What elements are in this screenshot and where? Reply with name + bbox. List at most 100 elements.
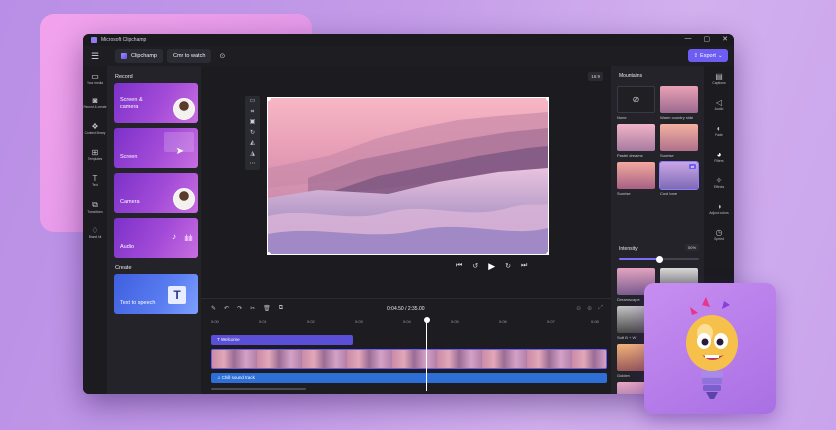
maximize-icon[interactable]: ▢	[704, 35, 711, 43]
nav-label: Brand kit	[88, 235, 102, 239]
nav-adjust-colors[interactable]: ◑ Adjust colors	[704, 202, 734, 215]
fit-icon[interactable]: ▭	[245, 96, 260, 107]
skip-back-icon[interactable]: ⏮	[456, 262, 462, 272]
title-bar: Microsoft Clipchamp — ▢ ✕	[83, 34, 734, 46]
nav-effects[interactable]: ✧ Effects	[704, 176, 734, 189]
nav-your-media[interactable]: ▭ Your media	[83, 72, 107, 85]
rotate-icon[interactable]: ↻	[245, 128, 260, 139]
zoom-out-icon[interactable]: ⊖	[576, 305, 581, 312]
tick-label: 0:05	[451, 319, 459, 324]
audio-clip[interactable]: ♫ Chill sound track	[211, 373, 607, 383]
card-label: Text to speech	[120, 300, 156, 306]
nav-fade[interactable]: ◐ Fade	[704, 124, 734, 137]
create-section-label: Create	[115, 265, 132, 271]
export-icon: ⇪	[693, 52, 699, 59]
crop-icon[interactable]: ⌗	[245, 107, 260, 118]
filter-tile-selected[interactable]: ⇄	[659, 161, 699, 190]
text-glyph-icon: T	[168, 286, 186, 304]
project-action-button[interactable]: Cmr to watch	[166, 49, 212, 63]
brand-kit-icon: ♢	[91, 226, 99, 235]
skip-forward-icon[interactable]: ⏭	[521, 262, 527, 272]
filter-none-tile[interactable]: ⊘	[617, 86, 655, 113]
text-icon: T	[92, 174, 98, 183]
aspect-ratio-button[interactable]: 16:9	[588, 72, 603, 81]
tick-label: 0:06	[499, 319, 507, 324]
left-nav: ▭ Your media ◙ Record & create ❖ Content…	[83, 66, 107, 394]
resize-handle[interactable]	[545, 251, 548, 254]
nav-content-library[interactable]: ❖ Content library	[83, 122, 107, 135]
project-name-button[interactable]: Clipchamp	[115, 49, 163, 63]
tick-label: 0:00	[211, 319, 219, 324]
tick-label: 0:01	[259, 319, 267, 324]
cloud-sync-icon[interactable]: ⊙	[219, 52, 225, 60]
text-icon: T	[217, 337, 220, 342]
project-icon	[121, 53, 127, 59]
timeline-scrollbar[interactable]	[211, 388, 306, 390]
redo-icon[interactable]: ↷	[237, 305, 242, 312]
nav-speed[interactable]: ◷ Speed	[704, 228, 734, 241]
more-icon[interactable]: ⋯	[245, 159, 260, 170]
nav-filters[interactable]: ◕ Filters	[704, 150, 734, 163]
slider-knob[interactable]	[655, 255, 663, 263]
filter-label: Golden	[617, 373, 630, 378]
nav-templates[interactable]: ⊞ Templates	[83, 148, 107, 161]
play-icon[interactable]: ▶	[488, 261, 495, 272]
close-icon[interactable]: ✕	[722, 35, 728, 43]
screen-camera-card[interactable]: Screen & camera	[114, 83, 198, 123]
export-button[interactable]: ⇪ Export ⌄	[688, 49, 728, 62]
intensity-label: Intensity	[619, 246, 638, 252]
title-clip[interactable]: T Welcome	[211, 335, 353, 345]
filter-tile[interactable]	[617, 124, 655, 151]
filter-tile[interactable]	[617, 162, 655, 189]
nav-audio[interactable]: ◁ Audio	[704, 98, 734, 111]
intensity-value: 50%	[685, 244, 700, 251]
folder-icon: ▭	[91, 72, 99, 81]
rewind-5-icon[interactable]: ↺	[472, 262, 478, 272]
resize-handle[interactable]	[268, 98, 271, 101]
playhead[interactable]	[423, 317, 430, 391]
filter-tile[interactable]	[660, 86, 698, 113]
audio-icon: ◁	[715, 98, 723, 107]
panel-title: Mountains	[619, 73, 643, 79]
magic-icon[interactable]: ✎	[211, 305, 216, 312]
filter-label: Dreamscape	[617, 297, 640, 302]
screen-card[interactable]: Screen ➤	[114, 128, 198, 168]
resize-handle[interactable]	[545, 98, 548, 101]
edit-icon[interactable]: ⇄	[689, 164, 696, 169]
app-logo-icon	[91, 37, 97, 43]
flip-icon[interactable]: ◭	[245, 138, 260, 149]
nav-captions[interactable]: ▤ Captions	[704, 72, 734, 85]
forward-5-icon[interactable]: ↻	[505, 262, 511, 272]
duplicate-icon[interactable]: ⧉	[279, 305, 283, 312]
intensity-slider[interactable]	[619, 255, 699, 263]
filters-icon: ◕	[716, 150, 722, 159]
split-icon[interactable]: ✂	[250, 305, 255, 312]
record-section-label: Record	[115, 74, 133, 80]
nav-brand-kit[interactable]: ♢ Brand kit	[83, 226, 107, 239]
delete-icon[interactable]: 🗑	[263, 305, 271, 312]
person-thumbnail	[173, 98, 195, 120]
export-label: Export	[700, 52, 716, 59]
zoom-in-icon[interactable]: ⊕	[587, 305, 592, 312]
menu-icon[interactable]: ☰	[83, 51, 107, 62]
video-preview[interactable]	[267, 97, 549, 255]
video-clip[interactable]	[211, 349, 607, 369]
picture-in-picture-icon[interactable]: ▣	[245, 117, 260, 128]
nav-text[interactable]: T Text	[83, 174, 107, 187]
minimize-icon[interactable]: —	[685, 35, 692, 43]
undo-icon[interactable]: ↶	[224, 305, 229, 312]
flip-vertical-icon[interactable]: ◮	[245, 149, 260, 160]
nav-record-create[interactable]: ◙ Record & create	[83, 96, 107, 109]
camera-card[interactable]: Camera	[114, 173, 198, 213]
nav-label: Text	[92, 183, 98, 187]
resize-handle[interactable]	[268, 251, 271, 254]
fit-timeline-icon[interactable]: ⤢	[598, 305, 603, 312]
audio-card[interactable]: Audio ♪ ılıılı	[114, 218, 198, 258]
preview-stage: 16:9 ▭ ⌗ ▣ ↻ ◭ ◮ ⋯ ⏮ ↺ ▶ ↻ ⏭	[201, 66, 625, 298]
nav-label: Content library	[84, 131, 106, 135]
text-to-speech-card[interactable]: Text to speech T	[114, 274, 198, 314]
media-panel: Record Screen & camera Screen ➤ Camera A…	[107, 66, 201, 394]
filter-label: Cool tone	[660, 191, 678, 196]
filter-tile[interactable]	[660, 124, 698, 151]
nav-transitions[interactable]: ⧉ Transitions	[83, 200, 107, 214]
